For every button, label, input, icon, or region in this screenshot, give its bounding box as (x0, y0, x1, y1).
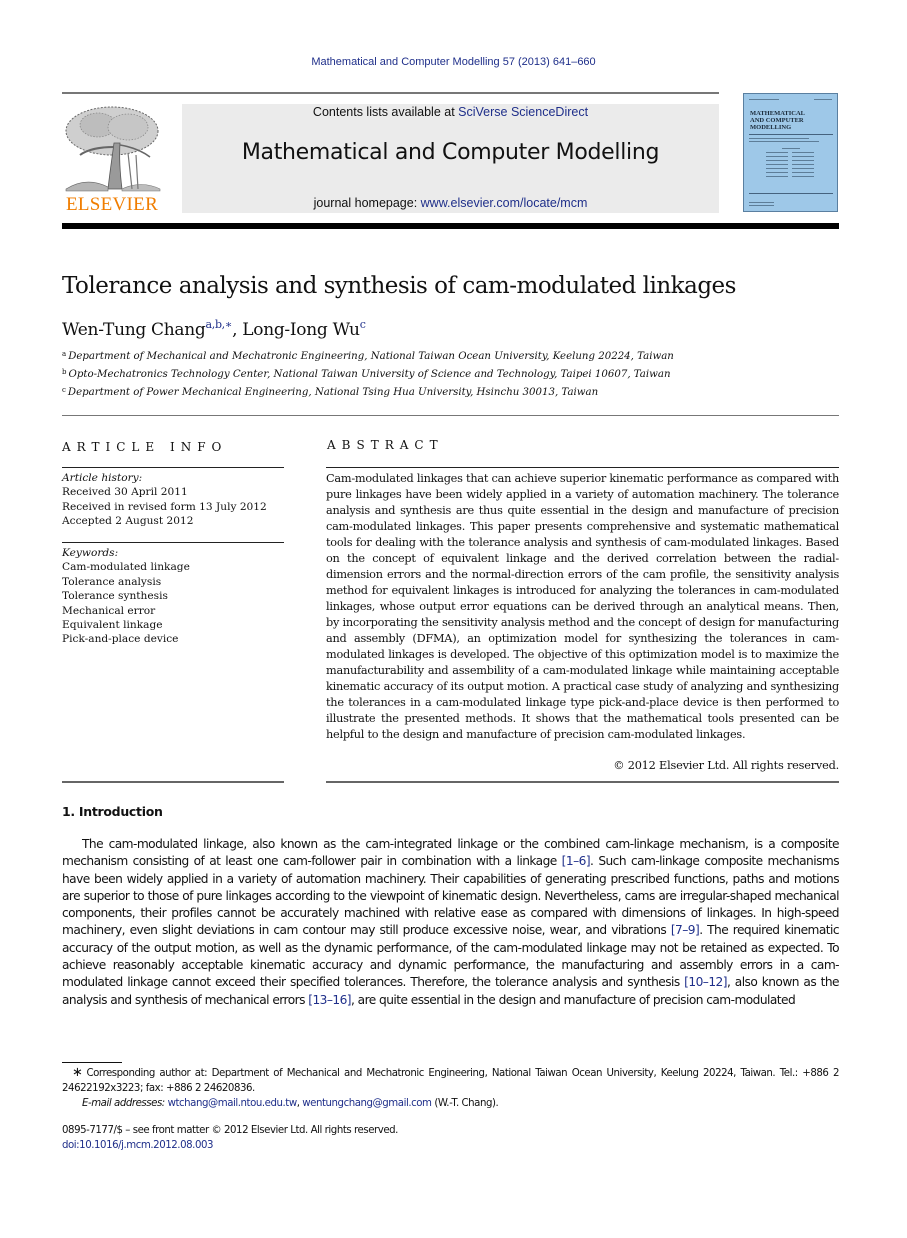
keyword-item: Mechanical error (62, 604, 156, 617)
email-link[interactable]: wentungchang@gmail.com (302, 1098, 432, 1109)
citation-link[interactable]: [1–6] (562, 854, 591, 868)
affiliation: b Opto-Mechatronics Technology Center, Na… (62, 368, 671, 380)
article-history-label: Article history: (62, 472, 143, 484)
cover-text-line (766, 152, 788, 153)
cover-text-line (792, 172, 814, 173)
email-footnote: E-mail addresses: wtchang@mail.ntou.edu.… (62, 1097, 839, 1112)
author-affiliation-marks[interactable]: c (360, 318, 366, 331)
header-top-rule (62, 92, 719, 94)
article-info-rule (62, 467, 284, 468)
cover-text-line (749, 141, 819, 142)
keyword-item: Pick-and-place device (62, 633, 179, 646)
cover-title: MATHEMATICAL AND COMPUTER MODELLING (750, 110, 806, 131)
sciencedirect-link[interactable]: SciVerse ScienceDirect (458, 105, 588, 119)
abstract-bottom-rule (326, 781, 839, 783)
introduction-paragraph: The cam-modulated linkage, also known as… (62, 836, 840, 1009)
header-bottom-rule (62, 223, 839, 229)
abstract-copyright: © 2012 Elsevier Ltd. All rights reserved… (613, 759, 839, 772)
article-title: Tolerance analysis and synthesis of cam-… (62, 273, 736, 299)
affiliation-mark: a (62, 350, 67, 358)
cover-text-line (749, 202, 774, 203)
keywords-label: Keywords: (62, 547, 119, 559)
keyword-item: Tolerance analysis (62, 575, 162, 588)
section-divider (62, 415, 839, 416)
cover-text-line (766, 176, 788, 177)
affiliation: a Department of Mechanical and Mechatroni… (62, 350, 674, 362)
author-affiliation-marks[interactable]: a,b,∗ (205, 318, 232, 331)
cover-text-line (792, 164, 814, 165)
email-label: E-mail addresses: (82, 1098, 168, 1109)
author-name: Wen-Tung Chang (62, 320, 206, 340)
contents-prefix: Contents lists available at (312, 105, 459, 119)
cover-text-line (766, 156, 788, 157)
article-history: Article history: Received 30 April 2011 … (62, 471, 284, 529)
journal-reference[interactable]: Mathematical and Computer Modelling 57 (… (0, 56, 907, 68)
affiliation: c Department of Power Mechanical Engineer… (62, 386, 598, 398)
cover-divider (749, 134, 833, 135)
affiliation-mark: c (62, 386, 66, 394)
elsevier-wordmark[interactable]: ELSEVIER (62, 194, 162, 216)
cover-text-line (792, 152, 814, 153)
footnote-rule (62, 1062, 122, 1063)
footnote-star: ∗ (72, 1065, 83, 1080)
abstract-text: Cam-modulated linkages that can achieve … (326, 472, 839, 741)
cover-text-line (766, 168, 788, 169)
journal-homepage-link[interactable]: www.elsevier.com/locate/mcm (421, 196, 588, 210)
history-item: Accepted 2 August 2012 (62, 515, 194, 528)
contents-available-line: Contents lists available at SciVerse Sci… (182, 105, 719, 119)
corresponding-author-footnote: ∗ Corresponding author at: Department of … (62, 1065, 839, 1096)
journal-homepage-line: journal homepage: www.elsevier.com/locat… (182, 196, 719, 210)
affiliation-text: Opto-Mechatronics Technology Center, Nat… (68, 369, 671, 380)
abstract-rule (326, 467, 839, 468)
author-name: Long-Iong Wu (242, 320, 360, 340)
article-info-bottom-rule (62, 781, 284, 783)
section-heading-introduction: 1. Introduction (62, 804, 163, 819)
abstract-heading: ABSTRACT (327, 438, 444, 452)
front-matter-note: 0895-7177/$ – see front matter © 2012 El… (62, 1125, 398, 1136)
keyword-item: Equivalent linkage (62, 619, 163, 632)
keywords-list: Keywords: Cam-modulated linkage Toleranc… (62, 546, 284, 647)
cover-header-text (814, 99, 832, 100)
author-list: Wen-Tung Changa,b,∗, Long-Iong Wuc (62, 318, 366, 340)
body-text: , are quite essential in the design and … (351, 992, 796, 1007)
keyword-item: Tolerance synthesis (62, 590, 168, 603)
history-item: Received in revised form 13 July 2012 (62, 500, 267, 513)
cover-text-line (766, 172, 788, 173)
keyword-item: Cam-modulated linkage (62, 561, 190, 574)
cover-text-line (792, 176, 814, 177)
author-separator: , (232, 320, 243, 340)
cover-text-line (766, 160, 788, 161)
journal-title: Mathematical and Computer Modelling (241, 140, 660, 165)
affiliation-text: Department of Mechanical and Mechatronic… (68, 351, 674, 362)
cover-text-line (749, 205, 774, 206)
citation-link[interactable]: [13–16] (308, 993, 351, 1007)
email-link[interactable]: wtchang@mail.ntou.edu.tw (168, 1098, 298, 1109)
cover-text-line (766, 164, 788, 165)
affiliation-mark: b (62, 368, 67, 376)
cover-text-line (792, 156, 814, 157)
keywords-rule (62, 542, 284, 543)
corresponding-author-text: Corresponding author at: Department of M… (62, 1068, 839, 1094)
cover-text-line (749, 138, 809, 139)
cover-text-line (782, 148, 800, 149)
email-suffix: (W.-T. Chang). (431, 1098, 499, 1109)
affiliation-text: Department of Power Mechanical Engineeri… (67, 387, 599, 398)
citation-link[interactable]: [7–9] (671, 923, 700, 937)
journal-cover-thumbnail[interactable]: MATHEMATICAL AND COMPUTER MODELLING (743, 93, 838, 212)
citation-link[interactable]: [10–12] (684, 975, 727, 989)
article-info-heading: ARTICLE INFO (62, 440, 228, 454)
homepage-prefix: journal homepage: (313, 196, 421, 210)
doi-link[interactable]: doi:10.1016/j.mcm.2012.08.003 (62, 1140, 213, 1151)
cover-text-line (792, 160, 814, 161)
history-item: Received 30 April 2011 (62, 486, 188, 499)
tree-icon (65, 106, 161, 192)
cover-divider (749, 193, 833, 194)
cover-header-text (749, 99, 779, 100)
cover-text-line (792, 168, 814, 169)
